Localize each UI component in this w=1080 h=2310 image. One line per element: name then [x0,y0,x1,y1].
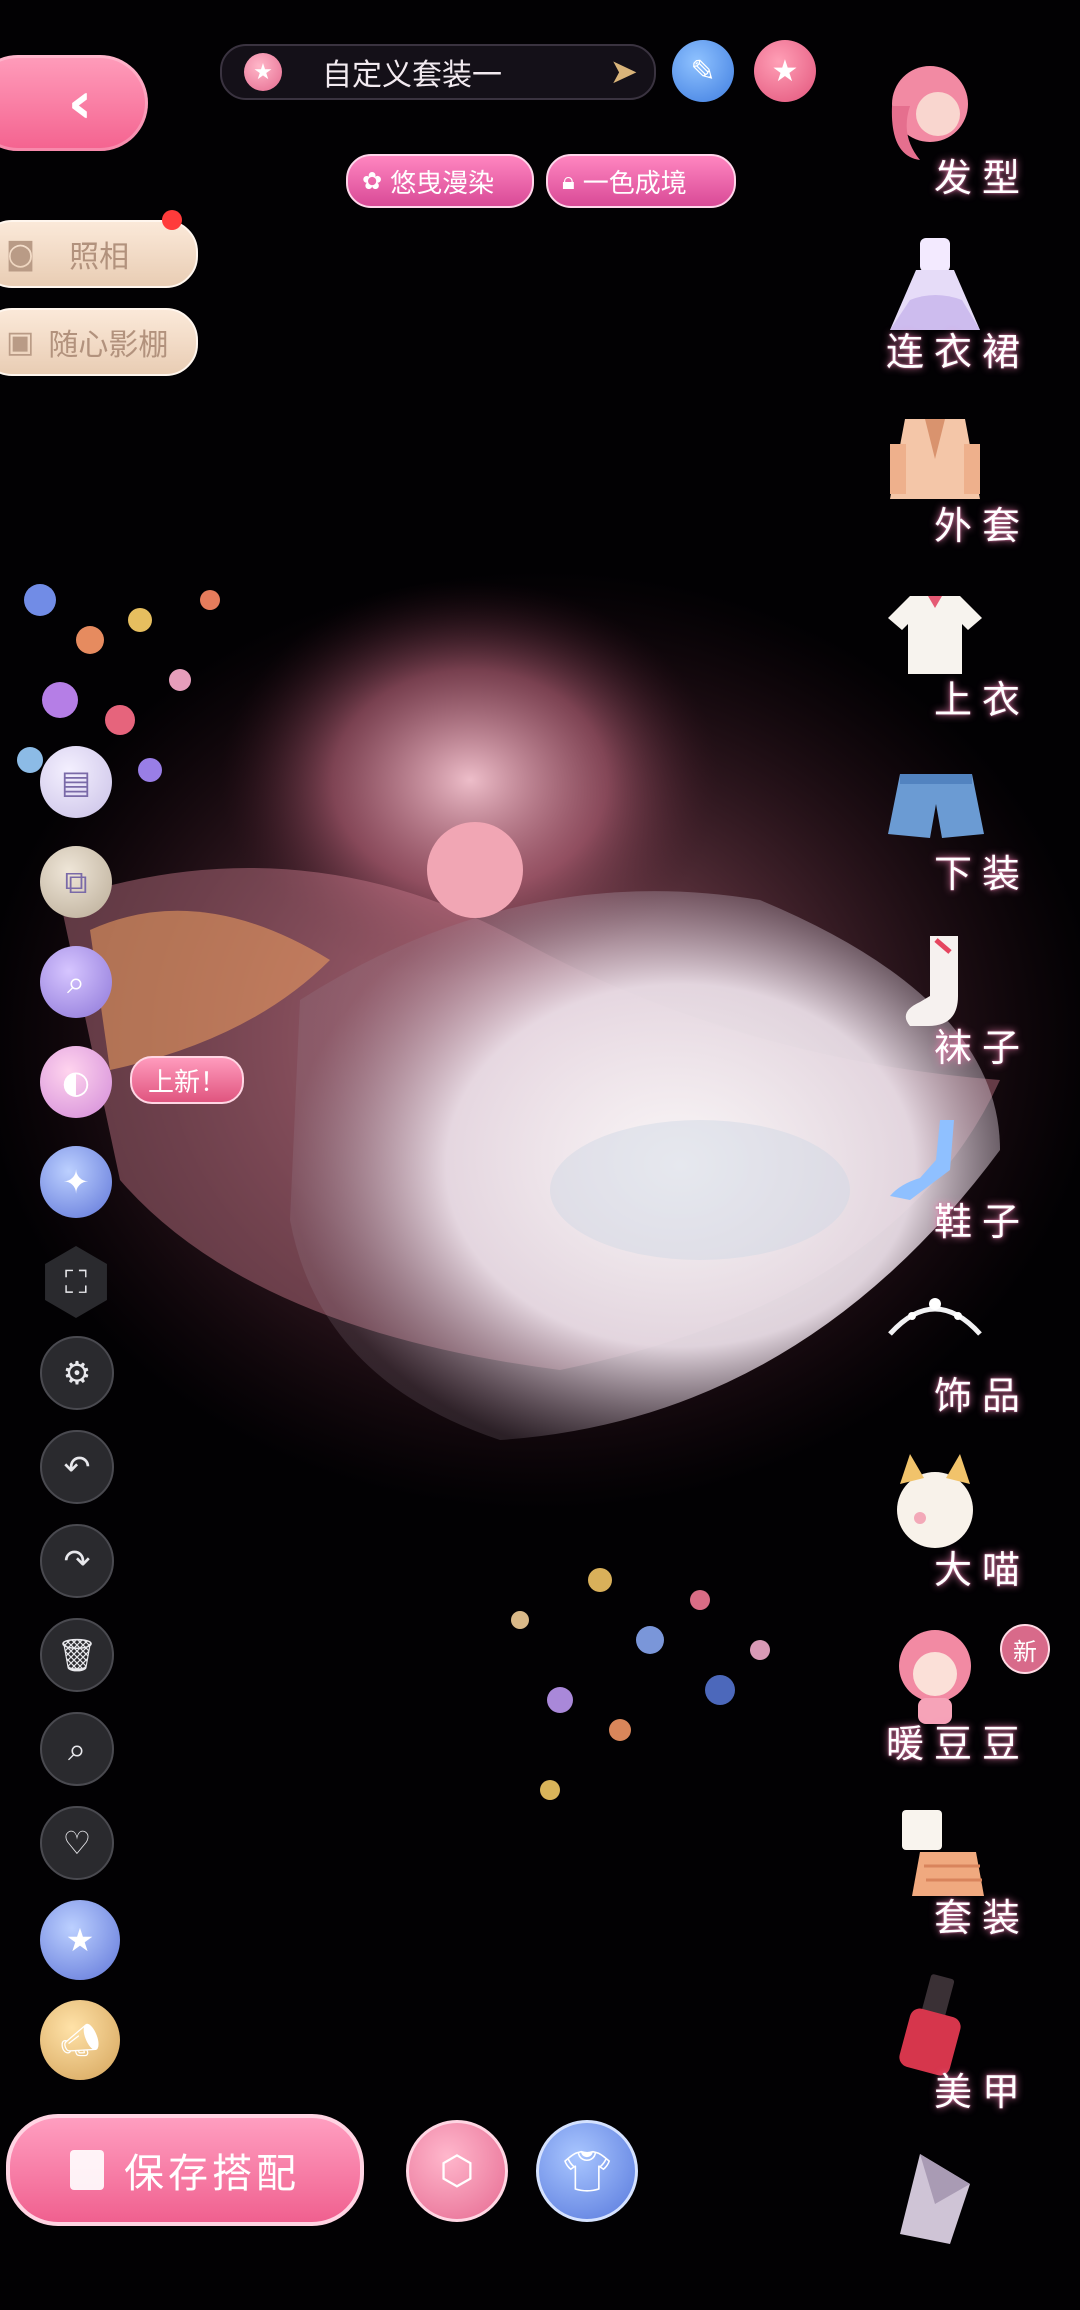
photo-button[interactable]: ◙ 照相 [0,220,198,288]
copy-tool-button[interactable]: ⧉ [40,846,112,918]
category-label: 外套 [933,504,1030,548]
dressing-room-screen: ‹‹ ★ 自定义套装一 ➤ ✎ ★ ✿ 悠曳漫染 🔒︎ 一色成境 ◙ 照相 ▣ … [0,0,1080,2310]
star-icon: ★ [771,53,799,89]
star-circle-icon: ★ [65,1921,95,1959]
copy-plus-icon: ⧉ [64,862,88,901]
character-head-shape [427,822,523,918]
category-outfit-sets[interactable]: 套装 [860,1796,1070,1956]
double-chevron-left-icon: ‹‹ [67,70,94,136]
chevron-right-icon[interactable]: ➤ [610,52,639,92]
gem-icon [900,2154,970,2244]
bag-icon: ▤ [60,763,92,801]
category-label: 大喵 [933,1548,1030,1592]
delete-button[interactable]: 🗑︎ [40,1618,114,1692]
category-dress[interactable]: 连衣裙 [860,230,1070,390]
category-label: 袜子 [933,1026,1030,1070]
category-nuan-doudou[interactable]: 新 暖豆豆 [860,1622,1070,1782]
save-label: 保存搭配 [124,2151,300,2197]
star-rating-button[interactable]: ★ [40,1900,120,1980]
studio-button[interactable]: ▣ 随心影棚 [0,308,198,376]
expand-icon: ⛶ [64,1262,88,1301]
outfit-name: 自定义套装一 [322,58,502,93]
category-coat[interactable]: 外套 [860,404,1070,564]
outfit-selector[interactable]: ★ 自定义套装一 ➤ [220,44,656,100]
palette-icon: ◐ [62,1063,90,1101]
star-badge-icon: ★ [244,53,282,91]
camera-icon: ◙ [6,236,36,272]
trash-icon: 🗑︎ [56,1636,98,1674]
announcement-button[interactable]: 📣︎ [40,2000,120,2080]
sparkle-star-icon: ✦ [62,1163,90,1201]
category-hair[interactable]: 发型 [860,56,1070,216]
category-shoes[interactable]: 鞋子 [860,1100,1070,1260]
redo-button[interactable]: ↷ [40,1524,114,1598]
new-bubble: 上新！ [130,1056,245,1104]
rename-button[interactable]: ✎ [672,40,734,102]
dye-tag-label: 悠曳漫染 [390,168,495,199]
zoom-button[interactable]: ⌕ [40,1712,114,1786]
category-nails[interactable]: 美甲 [860,1970,1070,2130]
category-label: 套装 [933,1896,1030,1940]
notification-dot [162,210,182,230]
pencil-icon: ✎ [690,53,716,89]
category-more[interactable] [860,2144,1070,2262]
sparkle-skirt-shape [550,1120,850,1260]
dye-tag-button[interactable]: ✿ 悠曳漫染 [346,154,534,208]
document-icon [70,2150,104,2190]
search-icon: ⌕ [68,1729,86,1768]
flower-icon: ✿ [362,167,383,195]
category-label: 上衣 [933,678,1030,722]
category-socks[interactable]: 袜子 [860,926,1070,1086]
like-button[interactable]: ♡ [40,1806,114,1880]
favorite-button[interactable]: ★ [754,40,816,102]
settings-button[interactable]: ⚙ [40,1336,114,1410]
scene-tag-label: 一色成境 [582,168,687,199]
category-top[interactable]: 上衣 [860,578,1070,738]
search-style-button[interactable]: ⌕ [40,946,112,1018]
new-badge: 新 [1000,1624,1050,1674]
heart-icon: ♡ [62,1824,92,1862]
category-accessories[interactable]: 饰品 [860,1274,1070,1434]
megaphone-icon: 📣︎ [59,2021,101,2059]
category-label: 发型 [933,156,1030,200]
star-effect-button[interactable]: ✦ [40,1146,112,1218]
palette-button[interactable]: ◐ [40,1046,112,1118]
photo-label: 照相 [69,240,130,275]
shirt-scan-icon: 👕︎ [561,2148,613,2195]
box-icon: ▣ [6,324,35,360]
category-big-cat[interactable]: 大喵 [860,1448,1070,1608]
lock-icon: 🔒︎ [562,167,575,195]
flower-cluster-bottom [511,1568,770,1800]
outfit-scan-button[interactable]: 👕︎ [536,2120,638,2222]
category-label: 暖豆豆 [885,1722,1030,1766]
scene-tag-button[interactable]: 🔒︎ 一色成境 [546,154,736,208]
back-button[interactable]: ‹‹ [0,55,148,151]
category-label: 饰品 [933,1374,1030,1418]
redo-icon: ↷ [63,1542,91,1580]
swap-button[interactable]: ⬡ [406,2120,508,2222]
category-label: 美甲 [933,2070,1030,2114]
category-label: 下装 [933,852,1030,896]
undo-icon: ↶ [63,1448,91,1486]
gear-icon: ⚙ [62,1354,92,1392]
save-outfit-button[interactable]: 保存搭配 [6,2114,364,2226]
magnifier-swap-icon: ⌕ [67,962,85,1001]
category-label: 鞋子 [933,1200,1030,1244]
wardrobe-tool-button[interactable]: ▤ [40,746,112,818]
category-bottoms[interactable]: 下装 [860,752,1070,912]
undo-button[interactable]: ↶ [40,1430,114,1504]
studio-label: 随心影棚 [48,328,169,363]
category-label: 连衣裙 [885,330,1030,374]
swap-hexagon-icon: ⬡ [439,2148,475,2194]
